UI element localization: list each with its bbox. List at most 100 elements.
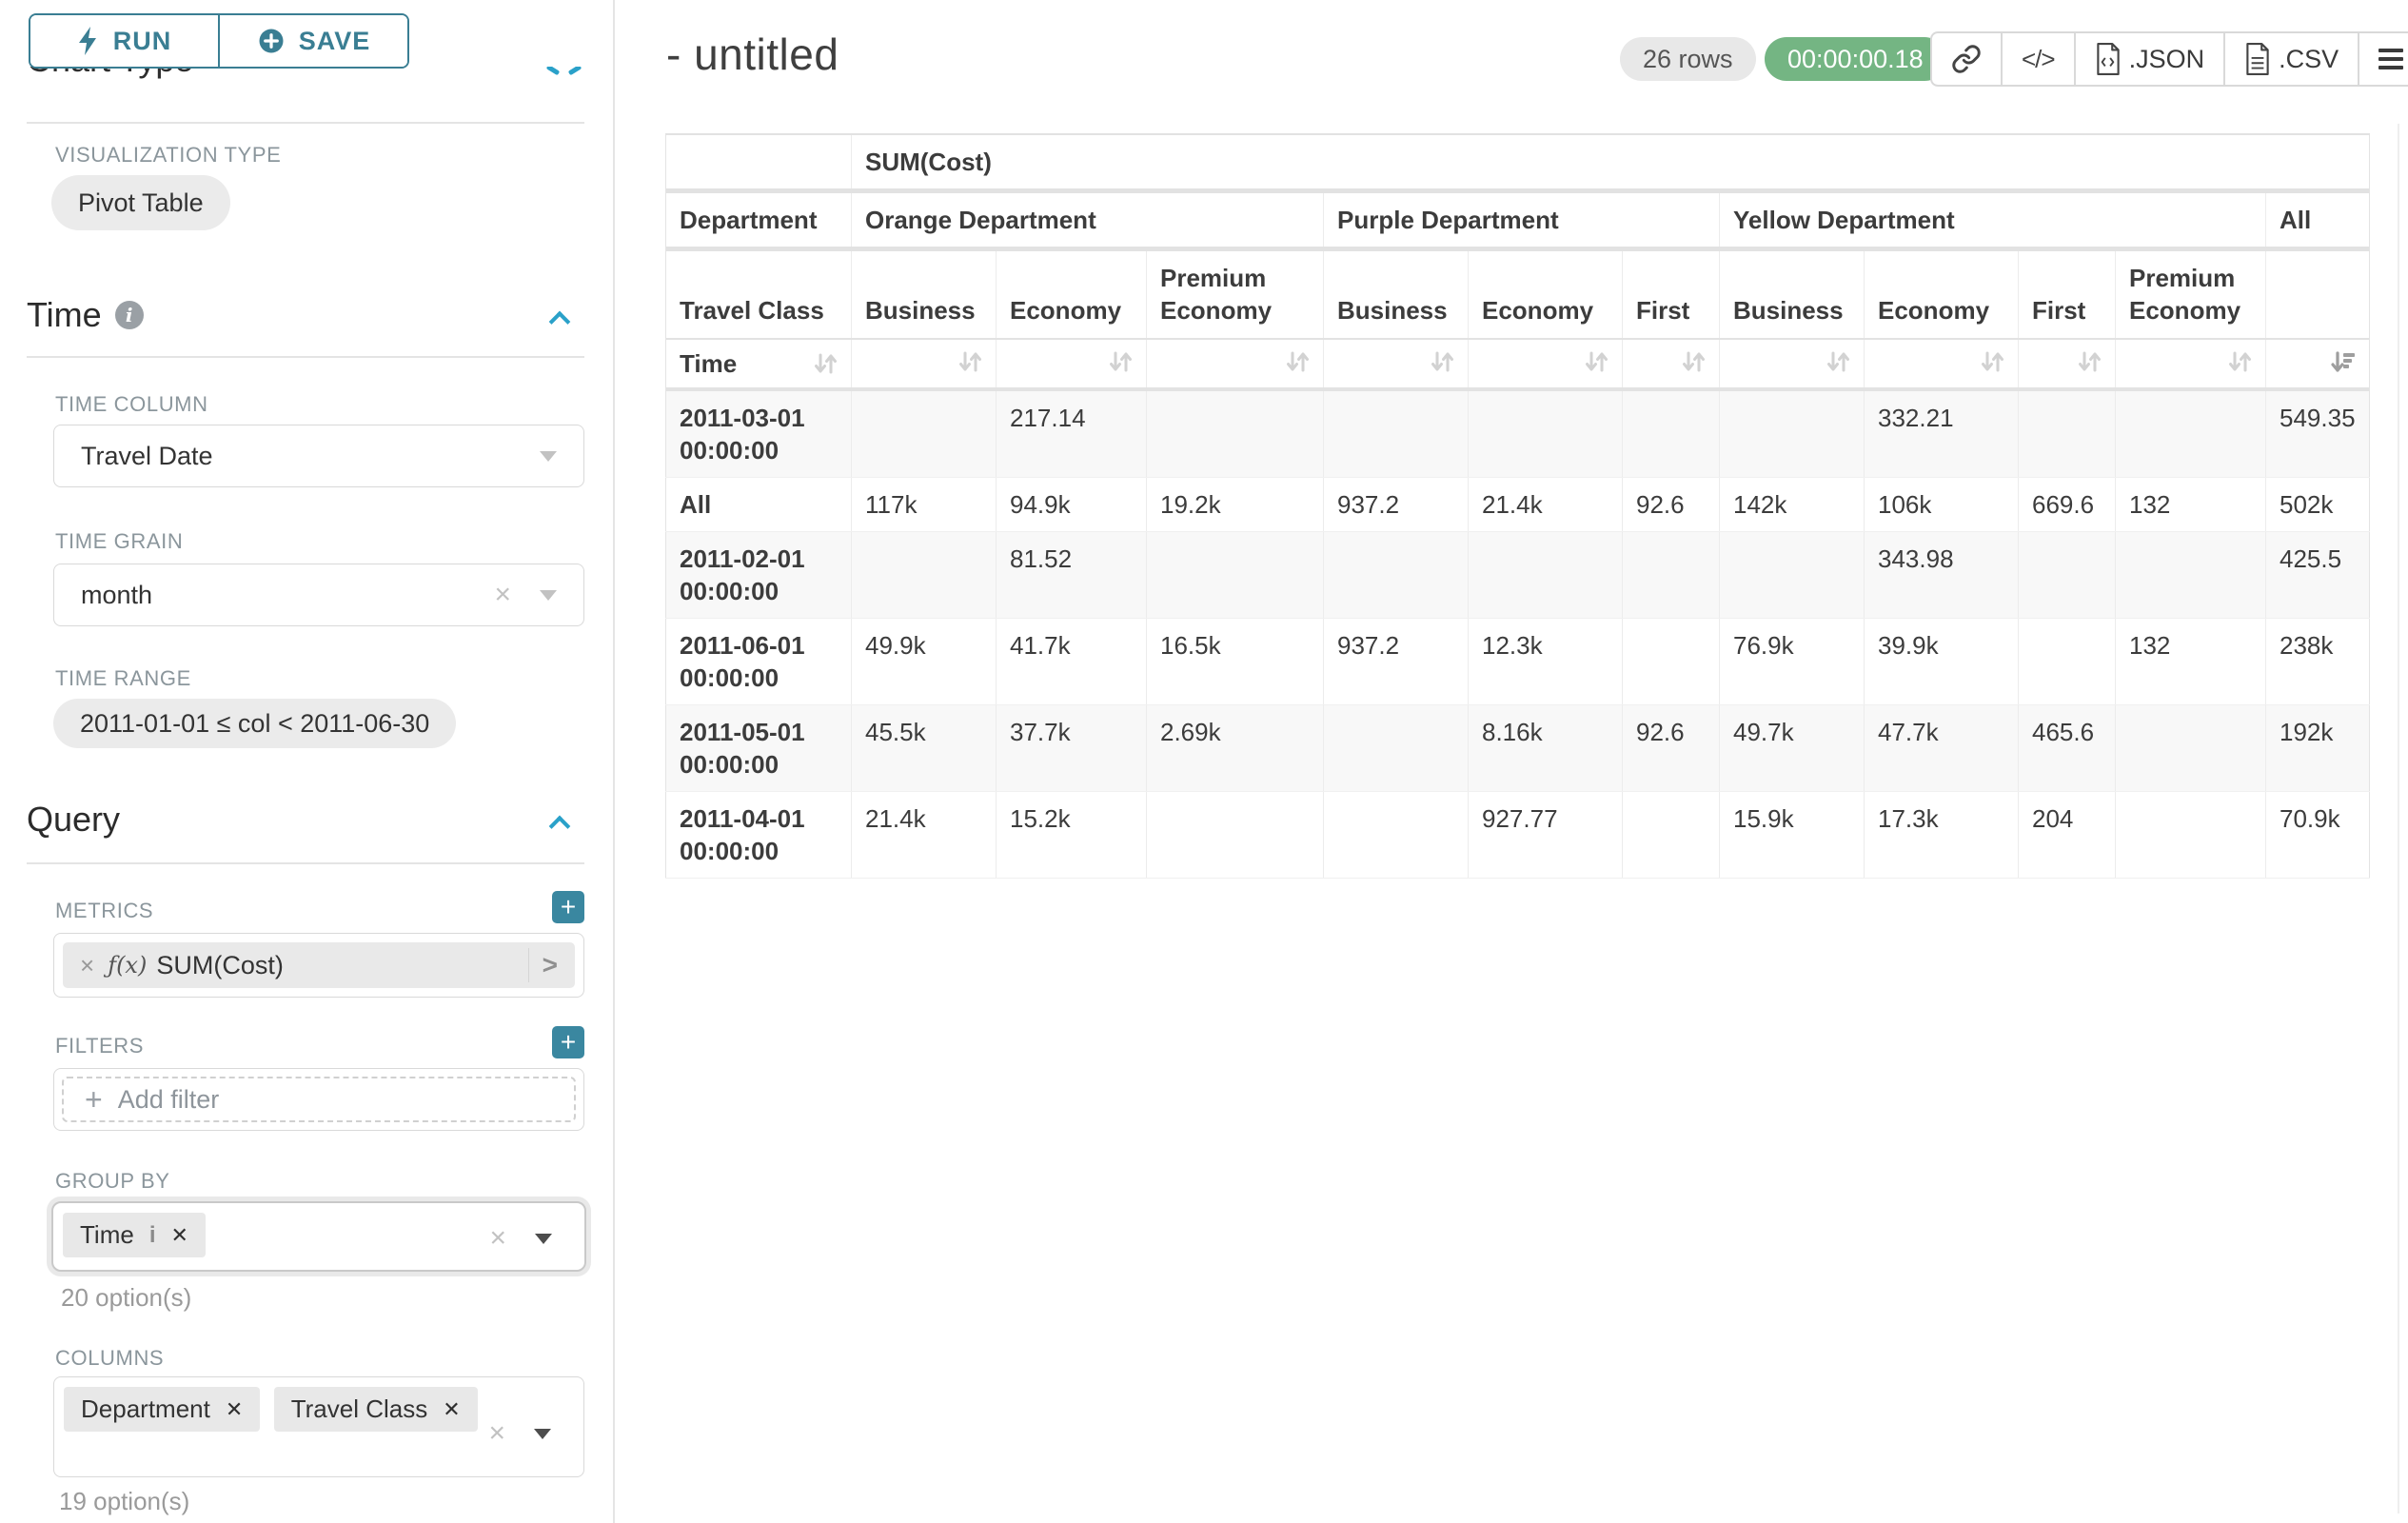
pivot-column-header: Economy [1865, 251, 2019, 338]
sort-desc-icon[interactable] [2329, 347, 2358, 376]
visualization-type-pill[interactable]: Pivot Table [51, 175, 230, 230]
expand-metric-chevron-icon[interactable]: > [529, 950, 571, 980]
tag-label: Department [81, 1394, 210, 1424]
pivot-value-cell [1623, 532, 1720, 619]
info-icon[interactable]: i [115, 301, 144, 329]
pivot-value-cell: 142k [1720, 478, 1865, 532]
sort-icon[interactable] [1283, 347, 1312, 376]
pivot-value-cell [2019, 532, 2116, 619]
chart-title[interactable]: - untitled [666, 29, 839, 80]
pivot-value-cell: 92.6 [1623, 705, 1720, 792]
time-column-select[interactable]: Travel Date [53, 425, 584, 487]
view-query-button[interactable]: </> [2003, 33, 2076, 85]
clear-icon[interactable]: × [494, 581, 511, 609]
sort-icon[interactable] [1428, 347, 1456, 376]
run-button-label: RUN [113, 27, 172, 56]
sort-icon[interactable] [1679, 347, 1707, 376]
clear-icon[interactable]: × [489, 1224, 506, 1253]
sort-icon[interactable] [2075, 347, 2103, 376]
sort-icon[interactable] [1106, 347, 1135, 376]
pivot-value-cell: 8.16k [1469, 705, 1623, 792]
save-button[interactable]: SAVE [220, 15, 407, 67]
pivot-value-cell [1324, 391, 1469, 478]
time-column-label: TIME COLUMN [55, 392, 208, 417]
export-csv-button[interactable]: .CSV [2225, 33, 2359, 85]
pivot-table-container: SUM(Cost)DepartmentOrange DepartmentPurp… [665, 133, 2370, 879]
collapse-query-chevron-icon[interactable] [549, 816, 571, 838]
pivot-value-cell: 132 [2116, 478, 2266, 532]
tag-label: Time [80, 1220, 134, 1250]
filters-control: + Add filter [53, 1068, 584, 1131]
visualization-type-label: VISUALIZATION TYPE [55, 143, 281, 168]
pivot-column-header: Premium Economy [2116, 251, 2266, 338]
remove-tag-icon[interactable]: ✕ [170, 1223, 188, 1248]
add-filter-plus-button[interactable]: + [552, 1026, 584, 1058]
add-metric-button[interactable]: + [552, 891, 584, 923]
pivot-sort-cell[interactable] [1623, 340, 1720, 387]
pivot-value-cell: 425.5 [2266, 532, 2370, 619]
collapse-time-chevron-icon[interactable] [549, 311, 571, 333]
pivot-sort-cell[interactable] [2266, 340, 2370, 387]
sort-icon[interactable] [1978, 347, 2006, 376]
pivot-sort-cell[interactable] [1469, 340, 1623, 387]
pivot-value-cell [852, 532, 997, 619]
explore-page: { "toolbar": { "run_label": "RUN", "save… [0, 0, 2408, 1523]
pivot-value-cell: 465.6 [2019, 705, 2116, 792]
pivot-value-cell: 19.2k [1147, 478, 1324, 532]
time-range-value: 2011-01-01 ≤ col < 2011-06-30 [80, 709, 429, 739]
pivot-sort-cell[interactable] [2116, 340, 2266, 387]
run-button[interactable]: RUN [30, 15, 220, 67]
export-json-button[interactable]: .JSON [2076, 33, 2226, 85]
chevron-down-icon [535, 1234, 552, 1244]
pivot-sort-cell[interactable]: Time [666, 340, 852, 387]
pivot-row-label: 2011-05-01 00:00:00 [666, 705, 852, 792]
pivot-value-cell: 37.7k [997, 705, 1147, 792]
pivot-sort-cell[interactable] [1147, 340, 1324, 387]
pivot-sort-cell[interactable] [1865, 340, 2019, 387]
column-info-icon[interactable]: i [149, 1222, 156, 1249]
add-filter-button[interactable]: + Add filter [62, 1077, 576, 1122]
pivot-sort-cell[interactable] [1324, 340, 1469, 387]
function-icon: ƒ(x) [108, 952, 147, 979]
pivot-sort-cell[interactable] [2019, 340, 2116, 387]
chevron-down-icon [540, 451, 557, 462]
pivot-column-header: First [1623, 251, 1720, 338]
columns-options-hint: 19 option(s) [59, 1487, 189, 1516]
columns-select[interactable]: Department ✕ Travel Class ✕ × [53, 1376, 584, 1477]
group-by-select[interactable]: Time i ✕ × [51, 1201, 586, 1272]
pivot-value-cell: 12.3k [1469, 619, 1623, 705]
menu-button[interactable] [2359, 33, 2408, 85]
remove-tag-icon[interactable]: ✕ [443, 1397, 460, 1422]
time-range-pill[interactable]: 2011-01-01 ≤ col < 2011-06-30 [53, 699, 456, 748]
metric-pill[interactable]: × ƒ(x) SUM(Cost) > [63, 942, 575, 988]
pivot-sort-cell[interactable] [1720, 340, 1865, 387]
section-divider [27, 862, 584, 864]
pivot-column-group-header: All [2266, 193, 2370, 247]
metrics-control: × ƒ(x) SUM(Cost) > [53, 933, 584, 998]
remove-metric-icon[interactable]: × [67, 951, 108, 980]
sort-icon[interactable] [1582, 347, 1610, 376]
pivot-value-cell: 106k [1865, 478, 2019, 532]
share-link-button[interactable] [1932, 33, 2003, 85]
panel-edge [2398, 124, 2399, 1513]
sort-icon[interactable] [956, 347, 984, 376]
pivot-value-cell [1324, 532, 1469, 619]
pivot-value-cell: 502k [2266, 478, 2370, 532]
time-grain-select[interactable]: month × [53, 564, 584, 626]
query-duration-badge: 00:00:00.18 [1765, 37, 1946, 81]
pivot-value-cell [2116, 705, 2266, 792]
pivot-value-cell [1623, 391, 1720, 478]
pivot-column-group-header: Purple Department [1324, 193, 1720, 247]
sort-icon[interactable] [2225, 347, 2254, 376]
chevron-down-icon [534, 1429, 551, 1439]
pivot-sort-cell[interactable] [997, 340, 1147, 387]
pivot-value-cell: 132 [2116, 619, 2266, 705]
group-by-label: GROUP BY [55, 1169, 170, 1194]
clear-icon[interactable]: × [488, 1419, 505, 1448]
remove-tag-icon[interactable]: ✕ [226, 1397, 243, 1422]
pivot-sort-cell[interactable] [852, 340, 997, 387]
sort-icon[interactable] [1824, 347, 1852, 376]
pivot-value-cell [2019, 619, 2116, 705]
pivot-value-cell: 21.4k [1469, 478, 1623, 532]
sort-icon[interactable] [811, 349, 839, 378]
